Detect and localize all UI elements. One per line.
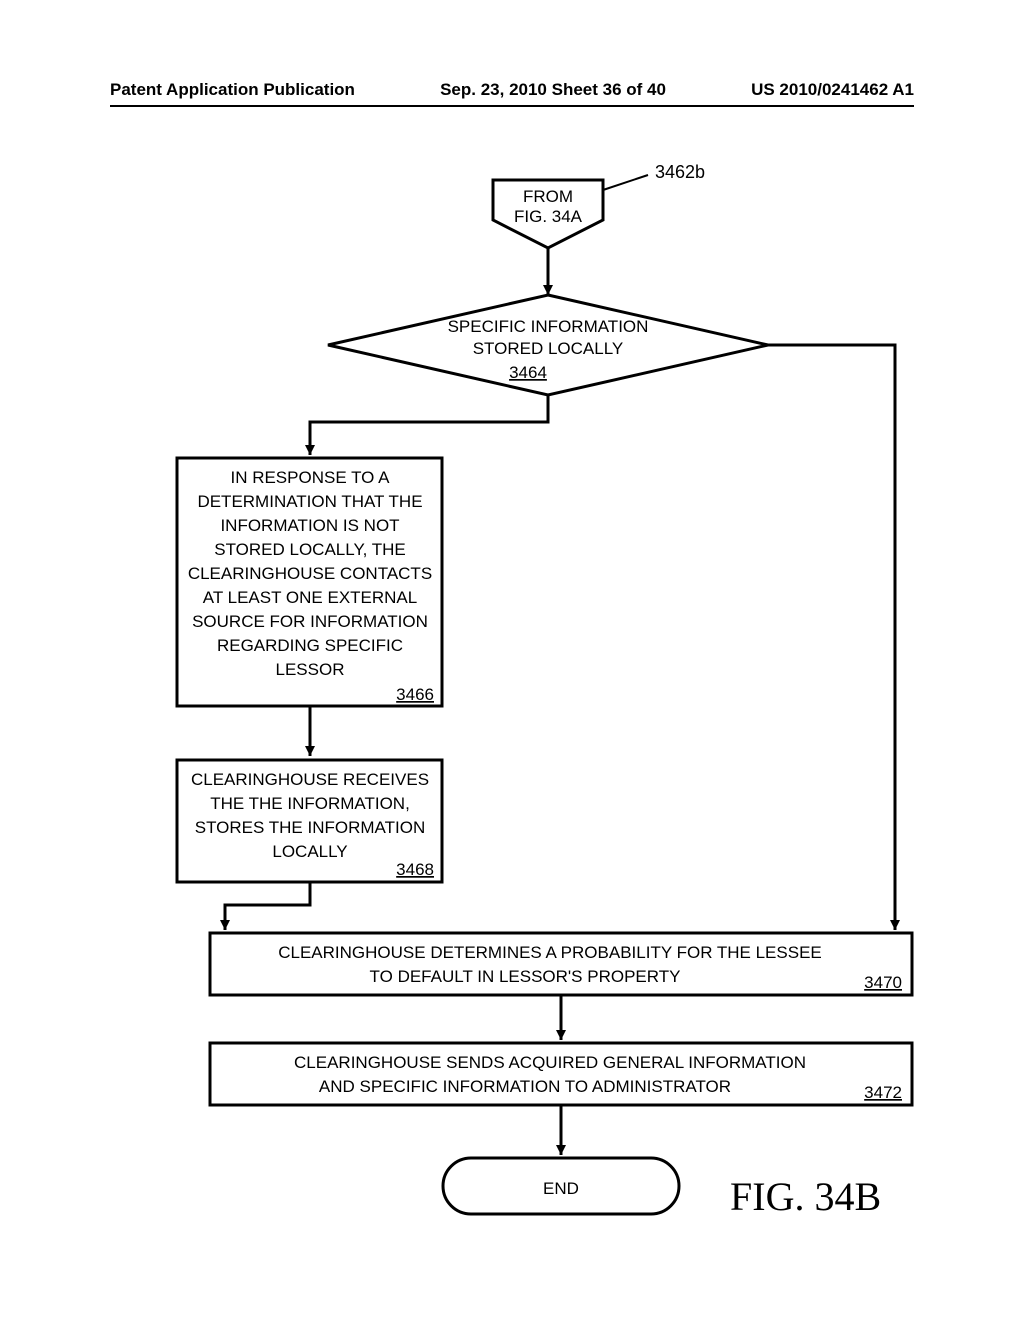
b3472-ref: 3472 xyxy=(864,1083,902,1102)
end-label: END xyxy=(543,1179,579,1198)
b3472-l2: AND SPECIFIC INFORMATION TO ADMINISTRATO… xyxy=(319,1077,731,1096)
arrow-3468-to-3470 xyxy=(225,882,310,930)
b3466-l7: SOURCE FOR INFORMATION xyxy=(192,612,428,631)
decision-stored-locally: SPECIFIC INFORMATION STORED LOCALLY 3464 xyxy=(328,295,768,395)
b3466-l8: REGARDING SPECIFIC xyxy=(217,636,403,655)
box-3468: CLEARINGHOUSE RECEIVES THE THE INFORMATI… xyxy=(177,760,442,882)
box-3466: IN RESPONSE TO A DETERMINATION THAT THE … xyxy=(177,458,442,706)
b3466-l5: CLEARINGHOUSE CONTACTS xyxy=(188,564,432,583)
b3468-l2: THE THE INFORMATION, xyxy=(210,794,410,813)
b3466-l9: LESSOR xyxy=(276,660,345,679)
b3468-l1: CLEARINGHOUSE RECEIVES xyxy=(191,770,429,789)
b3468-ref: 3468 xyxy=(396,860,434,879)
terminator-end: END xyxy=(443,1158,679,1214)
header-left: Patent Application Publication xyxy=(110,80,355,100)
b3466-l1: IN RESPONSE TO A xyxy=(230,468,390,487)
b3466-l6: AT LEAST ONE EXTERNAL xyxy=(203,588,417,607)
b3466-ref: 3466 xyxy=(396,685,434,704)
header-center: Sep. 23, 2010 Sheet 36 of 40 xyxy=(440,80,666,100)
callout-leader xyxy=(603,175,648,190)
page: Patent Application Publication Sep. 23, … xyxy=(0,0,1024,1320)
header-right: US 2010/0241462 A1 xyxy=(751,80,914,100)
decision-line1: SPECIFIC INFORMATION xyxy=(448,317,649,336)
b3472-l1: CLEARINGHOUSE SENDS ACQUIRED GENERAL INF… xyxy=(294,1053,806,1072)
b3466-l4: STORED LOCALLY, THE xyxy=(214,540,405,559)
b3470-ref: 3470 xyxy=(864,973,902,992)
connector-ref: 3462b xyxy=(655,162,705,182)
b3470-l1: CLEARINGHOUSE DETERMINES A PROBABILITY F… xyxy=(278,943,822,962)
b3466-l3: INFORMATION IS NOT xyxy=(220,516,399,535)
decision-line2: STORED LOCALLY xyxy=(473,339,624,358)
box-3472: CLEARINGHOUSE SENDS ACQUIRED GENERAL INF… xyxy=(210,1043,912,1105)
decision-ref: 3464 xyxy=(509,363,547,382)
b3468-l3: STORES THE INFORMATION xyxy=(195,818,425,837)
b3466-l2: DETERMINATION THAT THE xyxy=(197,492,422,511)
connector-line2: FIG. 34A xyxy=(514,207,583,226)
arrow-decision-to-3466 xyxy=(310,395,548,455)
connector-from-34a: FROM FIG. 34A xyxy=(493,180,603,248)
connector-line1: FROM xyxy=(523,187,573,206)
header-rule xyxy=(110,105,914,107)
flowchart: FROM FIG. 34A 3462b SPECIFIC INFORMATION… xyxy=(0,120,1024,1320)
b3468-l4: LOCALLY xyxy=(272,842,347,861)
arrow-decision-to-3470 xyxy=(768,345,895,930)
b3470-l2: TO DEFAULT IN LESSOR'S PROPERTY xyxy=(370,967,681,986)
figure-label: FIG. 34B xyxy=(730,1174,881,1219)
page-header: Patent Application Publication Sep. 23, … xyxy=(110,80,914,100)
box-3470: CLEARINGHOUSE DETERMINES A PROBABILITY F… xyxy=(210,933,912,995)
